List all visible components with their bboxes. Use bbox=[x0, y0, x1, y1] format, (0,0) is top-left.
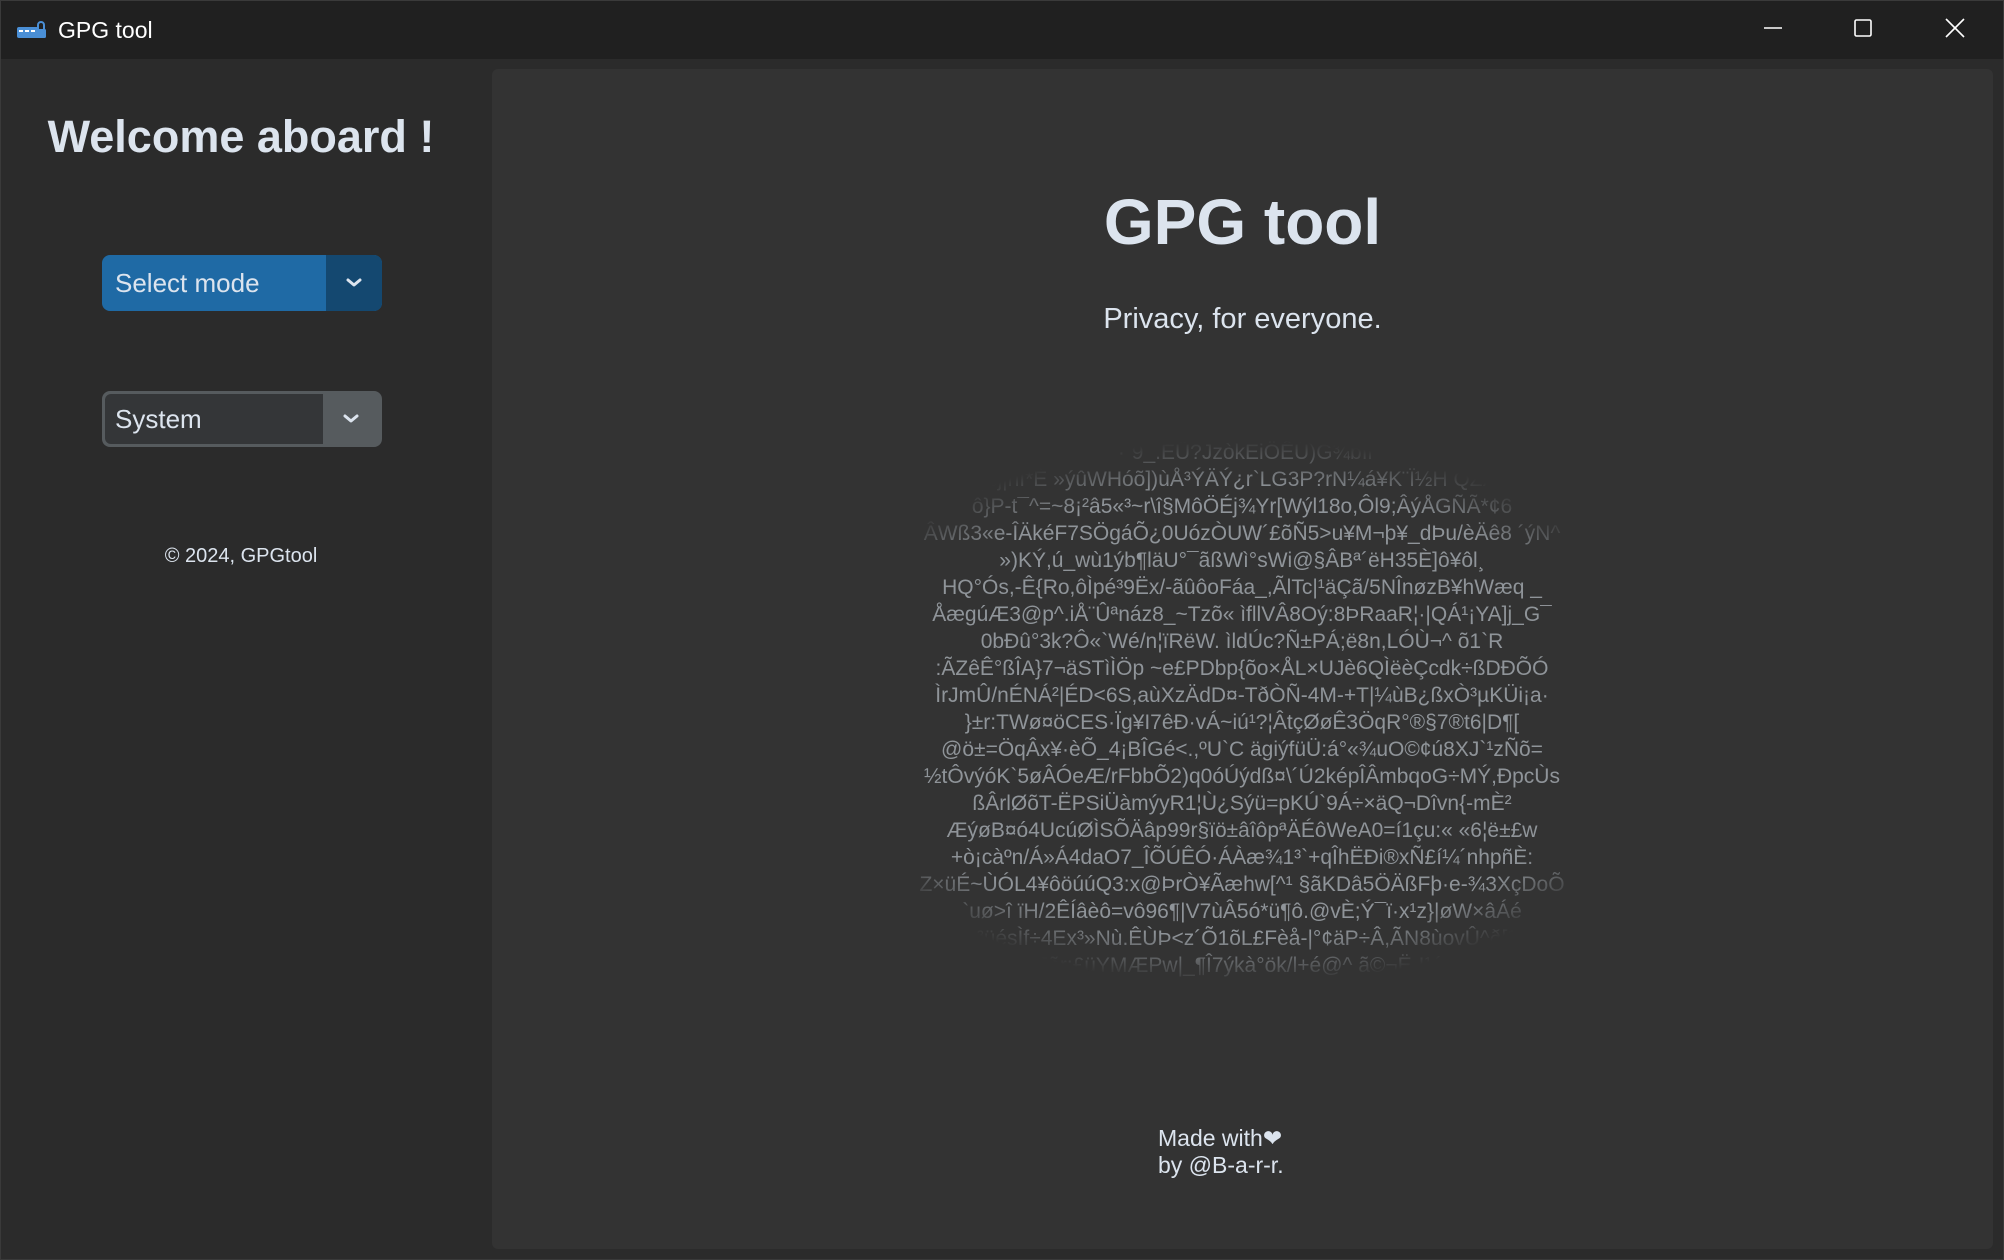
cipher-line: }±r:TWø¤öCES·Ïg¥I7êÐ·vÁ~iú¹?¦ÂtçØøÊ3ÖqR°… bbox=[964, 711, 1520, 734]
cipher-line: °·¨9_.ÉÜ?JzòkEiÖÊÚ)G¾bîr bbox=[1109, 441, 1375, 464]
cipher-line: »)KÝ,ú_wù1ýb¶läU°¯ãßWì°sWi@§ÂBª´ëH35È]ô¥… bbox=[999, 549, 1485, 572]
close-icon bbox=[1943, 16, 1967, 45]
cipher-line: Z×üÉ~ÙÓL4¥ôöúúQ3:x@ÞrÒ¥Ãæhw[^¹ §ãKDâ5ÖÄß… bbox=[919, 873, 1565, 896]
cipher-line: ½tÔvýóK`5øÂÓeÆ/rFbbÕ2)q0óÚýdß¤\´Ú2képÎÂm… bbox=[924, 765, 1560, 788]
cipher-line: ÂWß3«e-ÎÄkéF7SÖgáÕ¿0UózÒUW´£õÑ5>u¥M¬þ¥_d… bbox=[923, 522, 1561, 545]
cipher-line: q³üésÌf÷4Ex³»Nù.ÊÙÞ<z´Õ1õL£Fèå-|°¢äP÷Â,Ã… bbox=[965, 927, 1519, 950]
chevron-down-icon[interactable] bbox=[323, 394, 379, 444]
cipher-text-art: °·¨9_.ÉÜ?JzòkEiÖÊÚ)G¾bîr O|ßj|ñI*È »ýûWHó… bbox=[792, 439, 1692, 987]
cipher-line: HQ°Ós,-Ê{Ro,ôÌpé³9Ëx/-ãûôoFáa_,ÃlTc|¹äÇã… bbox=[942, 576, 1542, 599]
mode-select[interactable]: Select mode bbox=[102, 255, 382, 311]
cipher-line: ßÂrlØõT-ËPSiÜàmýyR1¦Ù¿Sýü=pKÚ`9Á÷×äQ¬Dîv… bbox=[972, 792, 1512, 815]
appearance-select-value[interactable]: System bbox=[105, 394, 323, 444]
cipher-line: O|ßj|ñI*È »ýûWHóõ])ùÅ³ÝÄÝ¿r`LG3P?rN¼á¥K¨… bbox=[962, 468, 1522, 491]
sidebar: Welcome aboard ! Select mode System © 20… bbox=[1, 59, 481, 1259]
maximize-button[interactable] bbox=[1817, 1, 1909, 59]
cipher-line: 0bÐû°3k?Ô«`Wé/n¦ïRëW. ìldÚc?Ñ±PÁ;ë8n,LÓÙ… bbox=[980, 630, 1504, 653]
credit-line-made-with: Made with❤ bbox=[1158, 1125, 1283, 1151]
cipher-line: @ö±=ÖqÂx¥·èÕ_4¡BÎGé<.,ºU`C ägiýfüÜ:á°«¾u… bbox=[941, 738, 1543, 761]
cipher-line: +ò¡càºn/Á»Á4daO7_ÎÕÚÊÓ·ÁÀæ¾1³`+qÎhËÐi®xÑ… bbox=[950, 846, 1534, 869]
main-panel: GPG tool Privacy, for everyone. °·¨9_.ÉÜ… bbox=[492, 69, 1993, 1249]
cipher-line: ~^b]*ä<øEõr;£üYMÆPw|_¶Î7ýkà°ök/l+é@^ ã©¬… bbox=[949, 954, 1535, 977]
cipher-line: ÌrJmÛ/nÉNÁ²|ÉD<6S,aùXzÄdD¤-TðÒÑ-4M-+T|¼ù… bbox=[935, 684, 1549, 707]
app-window: GPG tool Welcome aboard ! Select mode Sy… bbox=[0, 0, 2004, 1260]
welcome-heading: Welcome aboard ! bbox=[47, 111, 435, 162]
app-tagline: Privacy, for everyone. bbox=[1103, 303, 1382, 335]
cipher-line: ÆýøB¤ó4UcúØÌSÕÄâp99r§ïö±âîôpªÄÉôWeA0=í1ç… bbox=[946, 819, 1538, 842]
app-title: GPG tool bbox=[1103, 186, 1382, 258]
window-title: GPG tool bbox=[58, 17, 153, 43]
copyright-text: © 2024, GPGtool bbox=[164, 545, 318, 567]
title-bar[interactable]: GPG tool bbox=[1, 1, 2003, 59]
minimize-icon bbox=[1762, 17, 1784, 44]
appearance-select[interactable]: System bbox=[102, 391, 382, 447]
minimize-button[interactable] bbox=[1727, 1, 1819, 59]
cipher-line: :ÃZêÊ°ßÎA}7¬äSTìÌÖp ~e£PDbp{õo×ÅL×UJè6QÌ… bbox=[935, 657, 1549, 680]
cipher-line: `uø>î ïH/2ÊÍâèô=vô96¶|V7ùÂ5ó*ü¶ô.@vÈ;Ý¯ï… bbox=[962, 900, 1522, 923]
maximize-icon bbox=[1852, 17, 1874, 44]
cipher-line: ô}P-t¯^=~8¡²â5«³~r\î§MôÖÉj¾Yr[Wýl18o,Ôl9… bbox=[971, 495, 1513, 518]
chevron-down-icon[interactable] bbox=[326, 255, 382, 311]
mode-select-value[interactable]: Select mode bbox=[102, 255, 326, 311]
cipher-line: ÅægúÆ3@p^.iÅ¨Ûªnáz8_~Tzõ« ìfllVÂ8Oý:8ÞRa… bbox=[932, 603, 1552, 626]
credit-line-author: by @B-a-r-r. bbox=[1158, 1152, 1284, 1178]
credit-text: Made with❤ by @B-a-r-r. bbox=[1158, 1125, 1284, 1179]
lock-icon bbox=[17, 20, 47, 40]
close-button[interactable] bbox=[1909, 1, 2001, 59]
